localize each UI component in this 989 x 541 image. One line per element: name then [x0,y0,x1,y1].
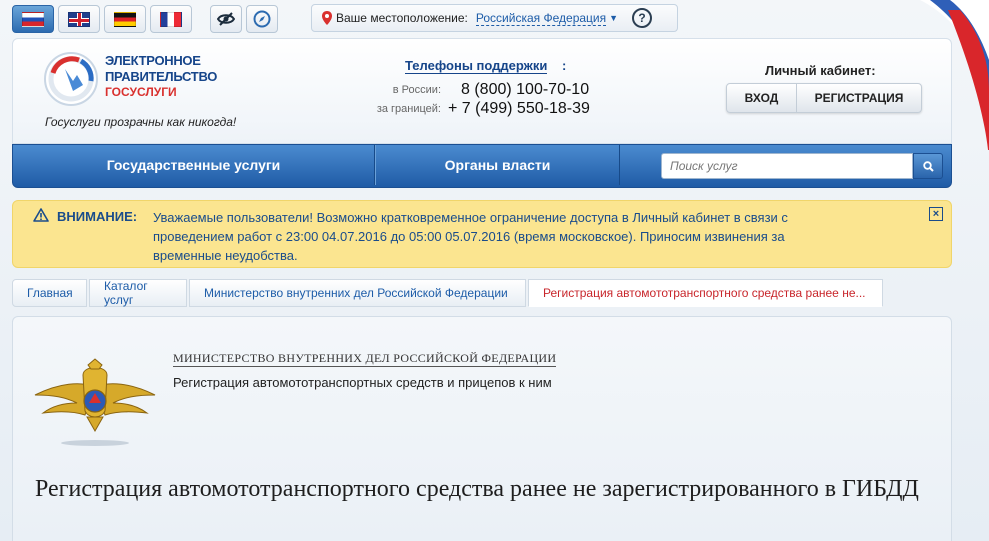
page-title: Регистрация автомототранспортного средст… [35,476,919,502]
slogan: Госуслуги прозрачны как никогда! [45,115,237,129]
germany-flag-icon [114,11,136,27]
breadcrumb-catalog[interactable]: Каталог услуг [89,279,187,307]
breadcrumb-ministry[interactable]: Министерство внутренних дел Российской Ф… [189,279,526,307]
notice-text: Уважаемые пользователи! Возможно кратков… [153,210,788,263]
location-selector[interactable]: Ваше местоположение: Российская Федераци… [311,4,678,32]
logo-line1: ЭЛЕКТРОННОЕ [105,53,201,68]
support-phones-link[interactable]: Телефоны поддержки [405,58,548,74]
phone-abroad-label: за границей: [376,103,441,115]
chevron-down-icon: ▼ [609,13,619,23]
service-content: МИНИСТЕРСТВО ВНУТРЕННИХ ДЕЛ РОССИЙСКОЙ Ф… [12,316,952,541]
notice-title: ВНИМАНИЕ: [57,209,138,224]
login-button[interactable]: ВХОД [727,84,797,112]
mvd-emblem-icon [34,358,156,446]
main-nav: Государственные услуги Органы власти [12,144,952,188]
warning-icon [33,208,49,222]
warning-notice: ВНИМАНИЕ: Уважаемые пользователи! Возмож… [12,200,952,268]
uk-flag-icon [68,11,90,27]
location-value-link[interactable]: Российская Федерация [475,11,607,26]
phone-russia-label: в России: [392,84,441,96]
search-input[interactable] [661,153,913,179]
accessibility-button[interactable] [210,5,242,33]
nav-government-services[interactable]: Государственные услуги [13,145,375,185]
phone-russia: 8 (800) 100-70-10 [461,81,590,98]
phone-abroad: + 7 (499) 550-18-39 [448,100,590,117]
eye-icon [217,12,235,26]
support-phones-colon: : [562,58,567,73]
search-button[interactable] [913,153,943,179]
nav-authorities[interactable]: Органы власти [375,145,620,185]
lang-ru-button[interactable] [12,5,54,33]
auth-buttons: ВХОД РЕГИСТРАЦИЯ [726,83,922,113]
lang-de-button[interactable] [104,5,146,33]
top-bar [12,4,278,34]
gosuslugi-logo-icon[interactable] [43,51,99,107]
russia-flag-icon [22,11,44,27]
breadcrumb-current: Регистрация автомототранспортного средст… [528,279,883,307]
search-icon [922,160,934,172]
location-label: Ваше местоположение: [336,11,468,25]
breadcrumb: Главная Каталог услуг Министерство внутр… [12,279,885,307]
lang-en-button[interactable] [58,5,100,33]
service-category: Регистрация автомототранспортных средств… [173,375,552,390]
site-header: ЭЛЕКТРОННОЕ ПРАВИТЕЛЬСТВО ГОСУСЛУГИ Госу… [12,38,952,144]
breadcrumb-home[interactable]: Главная [12,279,87,307]
logo-line2: ПРАВИТЕЛЬСТВО [105,69,218,84]
lang-fr-button[interactable] [150,5,192,33]
service-search [661,153,943,179]
map-pin-icon [322,11,332,25]
personal-cabinet-title: Личный кабинет: [765,63,876,78]
logo-line3: ГОСУСЛУГИ [105,85,177,99]
sitemap-button[interactable] [246,5,278,33]
ministry-link[interactable]: МИНИСТЕРСТВО ВНУТРЕННИХ ДЕЛ РОССИЙСКОЙ Ф… [173,351,557,367]
compass-icon [253,10,271,28]
close-icon[interactable]: × [929,207,943,221]
register-button[interactable]: РЕГИСТРАЦИЯ [797,84,921,112]
help-icon[interactable]: ? [632,8,653,28]
france-flag-icon [160,11,182,27]
